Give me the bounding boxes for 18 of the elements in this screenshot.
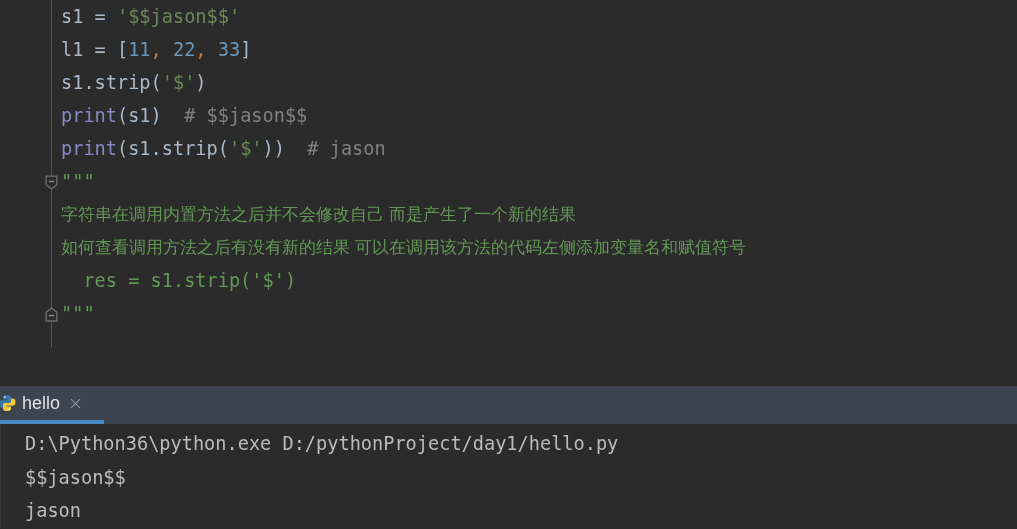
code-line: print(s1) # $$jason$$ (61, 105, 308, 126)
code-line: 字符串在调用内置方法之后并不会修改自己 而是产生了一个新的结果 (61, 203, 577, 226)
code-line: """ (61, 171, 95, 192)
python-logo-icon (0, 393, 16, 413)
console-output-line: jason (25, 499, 82, 523)
console-output-line: $$jason$$ (25, 465, 127, 490)
console-output-line: D:\Python36\python.exe D:/pythonProject/day1/hello.py (25, 432, 620, 456)
code-line: res = s1.strip('$') (82, 270, 297, 291)
fold-marker-icon[interactable] (45, 306, 58, 322)
code-line: """ (61, 303, 95, 324)
fold-marker-icon[interactable] (45, 174, 58, 190)
code-line: s1.strip('$') (61, 72, 207, 93)
code-line: print(s1.strip('$')) # jason (61, 138, 386, 159)
code-line: l1 = [11, 22, 33] (61, 39, 252, 60)
run-tab[interactable]: hello (0, 386, 104, 424)
close-icon[interactable] (70, 397, 82, 409)
code-line: s1 = '$$jason$$' (61, 6, 241, 27)
code-line: 如何查看调用方法之后有没有新的结果 可以在调用该方法的代码左侧添加变量名和赋值符号 (61, 236, 747, 259)
